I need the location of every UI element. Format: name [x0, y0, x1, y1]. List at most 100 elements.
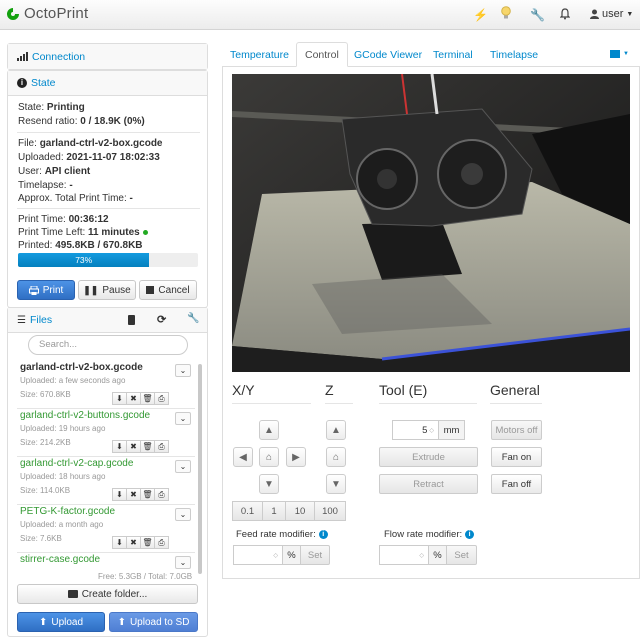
brand-name: OctoPrint	[24, 5, 89, 22]
feed-rate-label: Feed rate modifier: i	[236, 529, 328, 540]
file-list-scrollbar[interactable]	[198, 364, 202, 574]
feed-rate-set-button[interactable]: Set	[300, 545, 330, 565]
extrude-unit: mm	[438, 420, 465, 440]
upload-sd-button[interactable]: ⬆ Upload to SD	[109, 612, 198, 632]
create-folder-button[interactable]: Create folder...	[17, 584, 198, 604]
z-section-title: Z	[325, 382, 353, 404]
lightbulb-icon[interactable]	[500, 6, 512, 20]
retract-button[interactable]: Retract	[379, 474, 478, 494]
print-button[interactable]: Print	[17, 280, 75, 300]
home-icon: ⌂	[265, 451, 273, 463]
trash-icon[interactable]: 🗑	[140, 536, 155, 549]
expand-chevron-icon[interactable]: ⌄	[175, 364, 191, 377]
jog-z-minus-button[interactable]: ▼	[326, 474, 346, 494]
extrude-button[interactable]: Extrude	[379, 447, 478, 467]
state-header[interactable]: i State	[8, 71, 207, 96]
files-search-input[interactable]: Search...	[28, 335, 188, 355]
file-list-item[interactable]: garland-ctrl-v2-cap.gcode ⌄ Uploaded: 18 h…	[17, 457, 195, 505]
delete-icon[interactable]: ✖	[126, 536, 141, 549]
divider	[17, 208, 200, 209]
wrench-icon[interactable]: 🔧	[530, 8, 545, 22]
tab-overflow-menu[interactable]: ▼	[610, 50, 629, 58]
print-icon[interactable]: ⎙	[154, 440, 169, 453]
flow-rate-set-button[interactable]: Set	[446, 545, 477, 565]
download-icon[interactable]: ⬇	[112, 440, 127, 453]
step-0-1-button[interactable]: 0.1	[232, 501, 263, 521]
file-name[interactable]: PETG-K-factor.gcode	[20, 506, 115, 517]
user-menu[interactable]: user ▼	[590, 8, 633, 20]
print-icon[interactable]: ⎙	[154, 536, 169, 549]
cancel-button[interactable]: Cancel	[139, 280, 197, 300]
info-icon[interactable]: i	[465, 530, 475, 539]
file-name[interactable]: garland-ctrl-v2-buttons.gcode	[20, 410, 150, 421]
state-value: Printing	[46, 102, 85, 113]
files-header[interactable]: ☰ Files ⟳ 🔧	[8, 308, 207, 333]
delete-icon[interactable]: ✖	[126, 392, 141, 405]
state-panel: i State State: Printing Resend ratio: 0 …	[7, 70, 208, 308]
file-list-item[interactable]: stirrer-case.gcode ⌄	[17, 553, 195, 569]
download-icon[interactable]: ⬇	[112, 392, 127, 405]
info-icon[interactable]: i	[318, 530, 328, 539]
brand[interactable]: OctoPrint	[6, 5, 88, 22]
download-icon[interactable]: ⬇	[112, 536, 127, 549]
print-icon[interactable]: ⎙	[154, 488, 169, 501]
approx-value: -	[129, 193, 133, 204]
file-list-item[interactable]: PETG-K-factor.gcode ⌄ Uploaded: a month ag…	[17, 505, 195, 553]
trash-icon[interactable]: 🗑	[140, 488, 155, 501]
file-list-item[interactable]: garland-ctrl-v2-box.gcode ⌄ Uploaded: a fe…	[17, 361, 195, 409]
file-name[interactable]: stirrer-case.gcode	[20, 554, 100, 565]
flow-rate-label: Flow rate modifier: i	[384, 529, 475, 540]
fan-on-button[interactable]: Fan on	[491, 447, 542, 467]
download-icon[interactable]: ⬇	[112, 488, 127, 501]
jog-z-plus-button[interactable]: ▲	[326, 420, 346, 440]
bell-icon[interactable]	[560, 8, 570, 20]
step-1-button[interactable]: 1	[262, 501, 286, 521]
files-title: Files	[29, 314, 53, 326]
flow-rate-input[interactable]: ◇	[379, 545, 429, 565]
extrude-amount-input[interactable]: 5 ◇	[392, 420, 439, 440]
jog-x-minus-button[interactable]: ◀	[233, 447, 253, 467]
stop-icon	[146, 286, 155, 294]
tab-timelapse[interactable]: Timelapse	[482, 42, 546, 67]
upload-button[interactable]: ⬆ Upload	[17, 612, 105, 632]
file-name[interactable]: garland-ctrl-v2-cap.gcode	[20, 458, 133, 469]
expand-chevron-icon[interactable]: ⌄	[175, 412, 191, 425]
motors-off-button[interactable]: Motors off	[491, 420, 542, 440]
state-title: State	[31, 77, 56, 89]
main-tabs: Temperature Control GCode Viewer Termina…	[222, 42, 640, 67]
fan-off-button[interactable]: Fan off	[491, 474, 542, 494]
storage-info: Free: 5.3GB / Total: 7.0GB	[98, 572, 193, 581]
feed-rate-input[interactable]: ◇	[233, 545, 283, 565]
home-xy-button[interactable]: ⌂	[259, 447, 279, 467]
tab-temperature[interactable]: Temperature	[222, 42, 297, 67]
wrench-icon[interactable]: 🔧	[187, 313, 199, 324]
tab-control[interactable]: Control	[296, 42, 348, 67]
file-name[interactable]: garland-ctrl-v2-box.gcode	[20, 362, 143, 373]
home-z-button[interactable]: ⌂	[326, 447, 346, 467]
pause-button[interactable]: ❚❚ Pause	[78, 280, 136, 300]
folder-icon	[67, 590, 78, 598]
tab-gcode-viewer[interactable]: GCode Viewer	[346, 42, 430, 67]
delete-icon[interactable]: ✖	[126, 440, 141, 453]
caret-down-icon: ▼	[626, 10, 634, 18]
step-100-button[interactable]: 100	[314, 501, 346, 521]
jog-y-plus-button[interactable]: ▲	[259, 420, 279, 440]
jog-x-plus-button[interactable]: ▶	[286, 447, 306, 467]
jog-y-minus-button[interactable]: ▼	[259, 474, 279, 494]
tab-terminal[interactable]: Terminal	[425, 42, 481, 67]
feed-rate-unit: %	[282, 545, 301, 565]
power-icon[interactable]: ⚡	[473, 8, 488, 22]
trash-icon[interactable]: 🗑	[140, 440, 155, 453]
sd-card-icon[interactable]	[128, 315, 135, 325]
trash-icon[interactable]: 🗑	[140, 392, 155, 405]
file-list-item[interactable]: garland-ctrl-v2-buttons.gcode ⌄ Uploaded: …	[17, 409, 195, 457]
expand-chevron-icon[interactable]: ⌄	[175, 556, 191, 569]
arrow-right-icon: ▶	[292, 451, 300, 463]
step-10-button[interactable]: 10	[285, 501, 315, 521]
delete-icon[interactable]: ✖	[126, 488, 141, 501]
print-icon[interactable]: ⎙	[154, 392, 169, 405]
refresh-icon[interactable]: ⟳	[157, 313, 166, 326]
expand-chevron-icon[interactable]: ⌄	[175, 460, 191, 473]
expand-chevron-icon[interactable]: ⌄	[175, 508, 191, 521]
connection-header[interactable]: Connection	[8, 44, 207, 69]
